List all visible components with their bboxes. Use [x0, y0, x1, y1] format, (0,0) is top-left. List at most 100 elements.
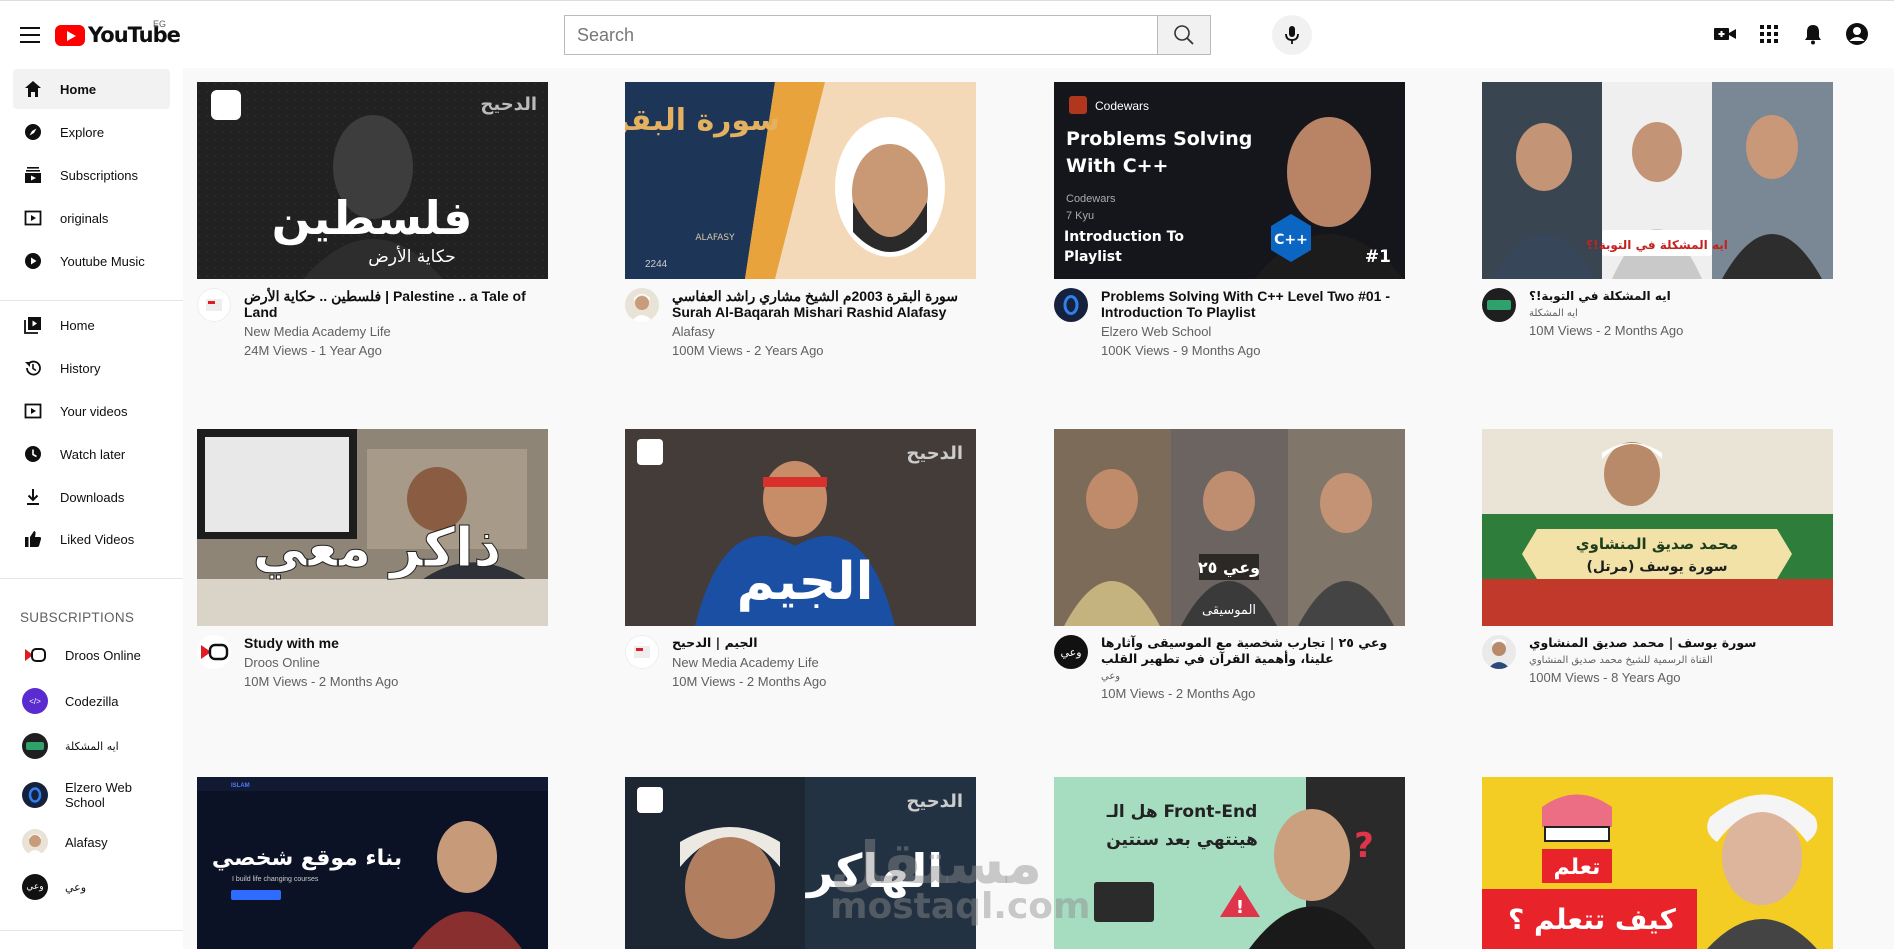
video-thumbnail[interactable]: الدحيح الهاكر: [625, 777, 976, 949]
thumb-title: فلسطين: [272, 191, 473, 245]
video-title[interactable]: ايه المشكلة في التوبة!؟: [1529, 288, 1683, 304]
subscription-alafasy[interactable]: Alafasy: [13, 822, 170, 862]
sidebar-item-label: Droos Online: [65, 647, 141, 663]
video-card: وعي ٢٥ الموسيقى وعي وعي ٢٥ | تجارب شخصية…: [1054, 429, 1405, 701]
video-thumbnail[interactable]: تعلم كيف تتعلم ؟: [1482, 777, 1833, 949]
video-title[interactable]: سورة البقرة 2003م الشيخ مشاري راشد العفا…: [672, 288, 976, 320]
sidebar-item-liked-videos[interactable]: Liked Videos: [13, 519, 170, 559]
subscription-eh-elmoshkela[interactable]: ايه المشكلة: [13, 726, 170, 766]
video-channel[interactable]: New Media Academy Life: [672, 655, 826, 670]
svg-text:?: ?: [1354, 826, 1374, 866]
channel-avatar: [22, 733, 48, 759]
search-input[interactable]: [564, 15, 1157, 55]
notifications-button[interactable]: [1800, 21, 1826, 47]
sidebar-item-label: Subscriptions: [60, 167, 139, 183]
video-channel[interactable]: وعي: [1101, 671, 1405, 682]
video-thumbnail[interactable]: هل الـ Front-End هينتهي بعد سنتين ? !: [1054, 777, 1405, 949]
clock-icon: [23, 444, 43, 464]
user-avatar-icon: [1846, 23, 1868, 45]
video-channel[interactable]: Alafasy: [672, 324, 976, 339]
sidebar-item-library-home[interactable]: Home: [13, 305, 170, 345]
subscription-waey[interactable]: وعي وعي: [13, 867, 170, 907]
voice-search-button[interactable]: [1272, 15, 1312, 55]
channel-avatar[interactable]: [197, 288, 231, 322]
video-title[interactable]: Problems Solving With C++ Level Two #01 …: [1101, 288, 1405, 320]
video-card: ايه المشكلة في التوبة!؟ ايه المشكلة في ا…: [1482, 82, 1833, 338]
video-channel[interactable]: Droos Online: [244, 655, 398, 670]
thumb-subtitle: هينتهي بعد سنتين: [1106, 830, 1258, 850]
subscription-elzero-web-school[interactable]: Elzero Web School: [13, 773, 170, 817]
channel-avatar: </>: [22, 688, 48, 714]
account-button[interactable]: [1844, 21, 1870, 47]
video-thumbnail[interactable]: محمد صديق المنشاوي سورة يوسف (مرتل): [1482, 429, 1833, 626]
sidebar-item-watch-later[interactable]: Watch later: [13, 434, 170, 474]
video-title[interactable]: سورة يوسف | محمد صديق المنشاوي: [1529, 635, 1756, 651]
video-channel[interactable]: Elzero Web School: [1101, 324, 1405, 339]
thumb-title: Problems Solving With C++: [1066, 128, 1253, 177]
compass-icon: [23, 122, 43, 142]
video-thumbnail[interactable]: وعي ٢٥ الموسيقى: [1054, 429, 1405, 626]
music-play-icon: [23, 251, 43, 271]
channel-avatar[interactable]: وعي: [1054, 635, 1088, 669]
thumb-title: الجيم: [737, 552, 874, 612]
thumb-number: 2244: [645, 259, 668, 270]
video-title[interactable]: الجيم | الدحيح: [672, 635, 826, 651]
sidebar-divider: [0, 578, 183, 579]
sidebar-item-home[interactable]: Home: [13, 69, 170, 109]
download-icon: [23, 487, 43, 507]
svg-text:!: !: [1236, 897, 1244, 918]
video-thumbnail[interactable]: ايه المشكلة في التوبة!؟: [1482, 82, 1833, 279]
svg-text:الدحيح: الدحيح: [906, 443, 963, 464]
sidebar-item-subscriptions[interactable]: Subscriptions: [13, 155, 170, 195]
video-thumbnail[interactable]: الدحيح الجيم: [625, 429, 976, 626]
thumb-subtitle: كيف تتعلم ؟: [1508, 903, 1677, 936]
youtube-logo[interactable]: YouTube EG: [55, 19, 181, 47]
sidebar-item-label: Alafasy: [65, 834, 108, 850]
sidebar-item-originals[interactable]: originals: [13, 198, 170, 238]
video-title[interactable]: فلسطين .. حكاية الأرض | Palestine .. a T…: [244, 288, 548, 320]
video-channel[interactable]: New Media Academy Life: [244, 324, 548, 339]
sidebar-item-history[interactable]: History: [13, 348, 170, 388]
apps-button[interactable]: [1756, 21, 1782, 47]
sidebar-item-downloads[interactable]: Downloads: [13, 477, 170, 517]
sidebar-item-explore[interactable]: Explore: [13, 112, 170, 152]
svg-text:C++: C++: [1274, 232, 1308, 248]
video-channel[interactable]: ايه المشكلة: [1529, 308, 1683, 319]
channel-avatar[interactable]: [1482, 288, 1516, 322]
channel-avatar[interactable]: [625, 635, 659, 669]
video-card: هل الـ Front-End هينتهي بعد سنتين ? !: [1054, 777, 1405, 949]
sidebar-item-label: Home: [60, 317, 95, 333]
thumb-brand: Codewars: [1095, 99, 1149, 113]
video-thumbnail[interactable]: ISLAM بناء موقع شخصي I build life changi…: [197, 777, 548, 949]
search-button[interactable]: [1157, 15, 1211, 55]
sidebar-item-youtube-music[interactable]: Youtube Music: [13, 241, 170, 281]
subscription-codezilla[interactable]: </> Codezilla: [13, 681, 170, 721]
video-channel[interactable]: القناة الرسمية للشيخ محمد صديق المنشاوي: [1529, 655, 1756, 666]
video-title[interactable]: Study with me: [244, 635, 398, 651]
thumb-title: ذاكر معي: [253, 516, 502, 579]
channel-avatar[interactable]: [197, 635, 231, 669]
subscription-droos-online[interactable]: Droos Online: [13, 635, 170, 675]
video-card: ذاكر معي Study with me Droos Online 10M …: [197, 429, 548, 689]
subscriptions-icon: [23, 165, 43, 185]
video-thumbnail[interactable]: سورة البقرة ALAFASY 2244: [625, 82, 976, 279]
video-thumbnail[interactable]: Codewars Problems Solving With C++ Codew…: [1054, 82, 1405, 279]
video-thumbnail[interactable]: الدحيح فلسطين حكاية الأرض: [197, 82, 548, 279]
channel-avatar[interactable]: [1482, 635, 1516, 669]
video-title[interactable]: وعي ٢٥ | تجارب شخصية مع الموسيقى وآثارها…: [1101, 635, 1405, 667]
video-thumbnail[interactable]: ذاكر معي: [197, 429, 548, 626]
channel-avatar[interactable]: [625, 288, 659, 322]
thumb-subtitle: I build life changing courses: [232, 876, 319, 883]
thumb-subtitle: Introduction To Playlist: [1064, 229, 1184, 265]
thumb-title: الهاكر: [805, 844, 943, 898]
home-icon: [23, 79, 43, 99]
video-camera-plus-icon: [1714, 28, 1736, 40]
thumb-title: وعي ٢٥: [1198, 558, 1260, 578]
channel-avatar[interactable]: [1054, 288, 1088, 322]
sidebar-item-your-videos[interactable]: Your videos: [13, 391, 170, 431]
play-square-icon: [23, 208, 43, 228]
thumb-kyu: 7 Kyu: [1066, 210, 1094, 222]
hamburger-menu-icon[interactable]: [20, 27, 40, 43]
create-video-button[interactable]: [1712, 21, 1738, 47]
sidebar-item-label: Elzero Web School: [65, 780, 132, 810]
